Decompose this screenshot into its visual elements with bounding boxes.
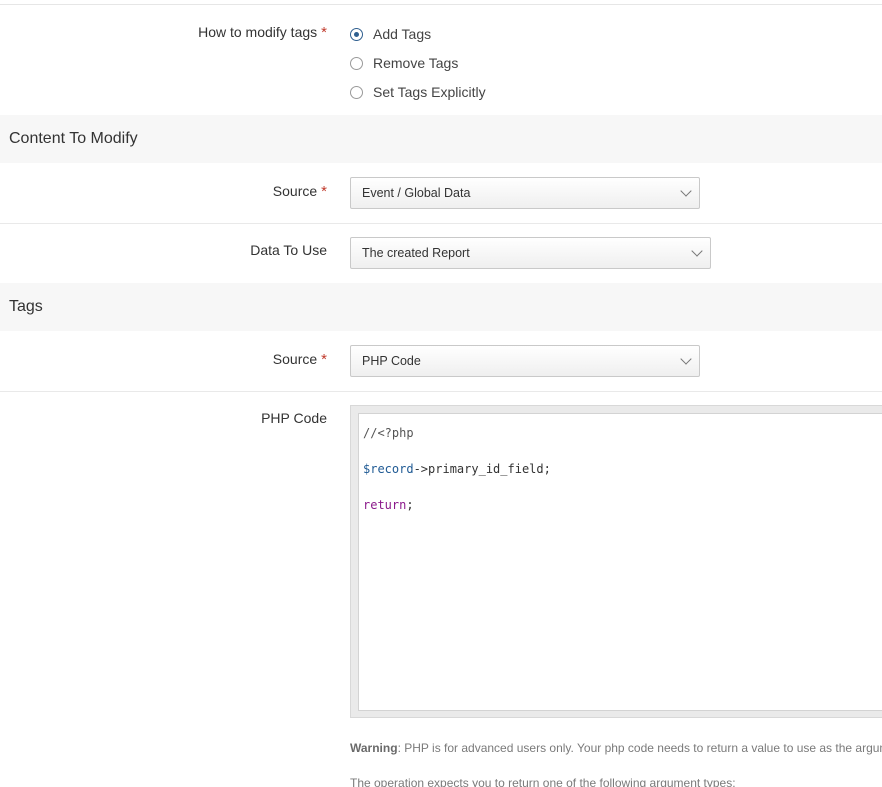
radio-remove-tags-label: Remove Tags (373, 55, 459, 71)
data-to-use-select[interactable]: The created Report (350, 237, 711, 269)
content-source-value: Event / Global Data (362, 186, 471, 200)
radio-unselected-icon[interactable] (350, 56, 363, 70)
radio-selected-icon[interactable] (350, 27, 363, 41)
radio-set-tags-explicitly[interactable]: Set Tags Explicitly (350, 82, 486, 102)
top-divider (0, 0, 882, 5)
radio-add-tags-label: Add Tags (373, 26, 432, 42)
php-code-textarea[interactable]: //<?php $record->primary_id_field; retur… (358, 413, 882, 711)
row-divider (0, 223, 882, 224)
operation-help-text: The operation expects you to return one … (350, 776, 736, 787)
chevron-down-icon (691, 245, 703, 257)
code-line-1: //<?php (363, 426, 414, 440)
section-content-to-modify: Content To Modify (0, 115, 882, 163)
tags-source-select[interactable]: PHP Code (350, 345, 700, 377)
radio-unselected-icon[interactable] (350, 85, 363, 99)
tags-source-label: Source * (272, 351, 327, 368)
workflow-action-form: How to modify tags * Add Tags Remove Tags… (0, 0, 882, 787)
required-marker: * (321, 183, 327, 200)
radio-remove-tags[interactable]: Remove Tags (350, 53, 458, 73)
warning-label: Warning (350, 741, 398, 755)
radio-add-tags[interactable]: Add Tags (350, 24, 431, 44)
data-to-use-value: The created Report (362, 246, 470, 260)
chevron-down-icon (680, 353, 692, 365)
content-source-select[interactable]: Event / Global Data (350, 177, 700, 209)
php-code-editor: //<?php $record->primary_id_field; retur… (350, 405, 882, 718)
data-to-use-label: Data To Use (250, 242, 327, 258)
code-line-2: $record->primary_id_field; (363, 462, 551, 476)
modify-tags-label: How to modify tags * (198, 24, 327, 41)
chevron-down-icon (680, 185, 692, 197)
code-line-3: return; (363, 498, 414, 512)
tags-source-value: PHP Code (362, 354, 421, 368)
section-tags: Tags (0, 283, 882, 331)
radio-set-tags-explicitly-label: Set Tags Explicitly (373, 84, 486, 100)
required-marker: * (321, 24, 327, 41)
row-divider (0, 391, 882, 392)
php-code-label: PHP Code (261, 410, 327, 426)
php-warning-text: Warning: PHP is for advanced users only.… (350, 741, 882, 755)
content-source-label: Source * (272, 183, 327, 200)
required-marker: * (321, 351, 327, 368)
